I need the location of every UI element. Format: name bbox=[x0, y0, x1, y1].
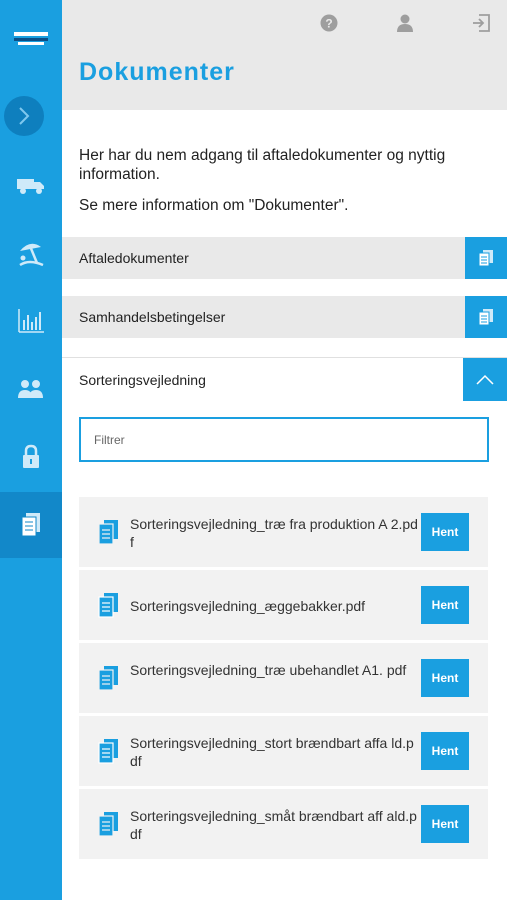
document-icon bbox=[98, 739, 118, 764]
documents-icon bbox=[478, 309, 493, 326]
documents-icon bbox=[478, 250, 493, 267]
document-name: Sorteringsvejledning_træ fra produktion … bbox=[130, 516, 418, 550]
users-icon bbox=[18, 380, 43, 398]
logout-icon bbox=[473, 14, 490, 32]
bar-chart-icon bbox=[18, 309, 44, 333]
sidebar-item-security[interactable] bbox=[0, 424, 62, 490]
intro-paragraph: Her har du nem adgang til aftaledokument… bbox=[79, 147, 446, 183]
app: ? Dokumenter Her har du nem adgang til a… bbox=[0, 0, 507, 900]
info-link[interactable]: Se mere information om "Dokumenter". bbox=[79, 196, 499, 215]
open-section-button[interactable] bbox=[465, 237, 507, 279]
collapse-section-button[interactable] bbox=[463, 358, 507, 401]
document-item: Sorteringsvejledning_småt brændbart aff … bbox=[79, 789, 488, 859]
document-item: Sorteringsvejledning_træ fra produktion … bbox=[79, 497, 488, 567]
download-button[interactable]: Hent bbox=[421, 513, 469, 551]
download-button[interactable]: Hent bbox=[421, 659, 469, 697]
user-button[interactable] bbox=[394, 12, 416, 34]
accordion-label: Sorteringsvejledning bbox=[79, 372, 206, 388]
sidebar-expand-button[interactable] bbox=[4, 96, 44, 136]
document-name: Sorteringsvejledning_træ ubehandlet A1. … bbox=[130, 662, 407, 678]
document-item: Sorteringsvejledning_træ ubehandlet A1. … bbox=[79, 643, 488, 713]
download-button[interactable]: Hent bbox=[421, 805, 469, 843]
accordion-sorteringsvejledning[interactable]: Sorteringsvejledning bbox=[62, 357, 507, 401]
truck-icon bbox=[17, 179, 44, 194]
document-name: Sorteringsvejledning_stort brændbart aff… bbox=[130, 735, 414, 769]
help-button[interactable]: ? bbox=[318, 12, 340, 34]
beach-umbrella-icon bbox=[19, 243, 44, 267]
sidebar-item-transport[interactable] bbox=[0, 152, 62, 218]
user-icon bbox=[397, 14, 413, 32]
accordion-label: Samhandelsbetingelser bbox=[79, 309, 226, 325]
logo-icon bbox=[14, 30, 48, 48]
chevron-up-icon bbox=[476, 374, 494, 385]
sidebar-item-statistics[interactable] bbox=[0, 288, 62, 354]
svg-text:?: ? bbox=[325, 17, 332, 31]
document-item: Sorteringsvejledning_stort brændbart aff… bbox=[79, 716, 488, 786]
document-name: Sorteringsvejledning_småt brændbart aff … bbox=[130, 808, 417, 842]
sidebar-item-users[interactable] bbox=[0, 356, 62, 422]
open-section-button[interactable] bbox=[465, 296, 507, 338]
accordion-aftaledokumenter[interactable]: Aftaledokumenter bbox=[62, 237, 507, 279]
download-button[interactable]: Hent bbox=[421, 586, 469, 624]
document-icon bbox=[98, 666, 118, 691]
document-icon bbox=[98, 520, 118, 545]
sidebar bbox=[0, 0, 62, 900]
page-header: ? Dokumenter bbox=[62, 0, 507, 110]
document-item: Sorteringsvejledning_æggebakker.pdf Hent bbox=[79, 570, 488, 640]
lock-icon bbox=[23, 444, 39, 468]
documents-icon bbox=[21, 513, 40, 537]
download-button[interactable]: Hent bbox=[421, 732, 469, 770]
chevron-right-icon bbox=[19, 107, 30, 125]
logout-button[interactable] bbox=[470, 12, 492, 34]
accordion-label: Aftaledokumenter bbox=[79, 250, 189, 266]
sidebar-item-documents[interactable] bbox=[0, 492, 62, 558]
sidebar-item-leisure[interactable] bbox=[0, 220, 62, 286]
help-icon: ? bbox=[320, 14, 338, 32]
document-icon bbox=[98, 593, 118, 618]
intro-text: Her har du nem adgang til aftaledokument… bbox=[79, 146, 499, 215]
accordion-samhandelsbetingelser[interactable]: Samhandelsbetingelser bbox=[62, 296, 507, 338]
page-title: Dokumenter bbox=[79, 58, 235, 86]
document-icon bbox=[98, 812, 118, 837]
filter-input[interactable] bbox=[79, 417, 489, 462]
document-name: Sorteringsvejledning_æggebakker.pdf bbox=[130, 598, 366, 614]
